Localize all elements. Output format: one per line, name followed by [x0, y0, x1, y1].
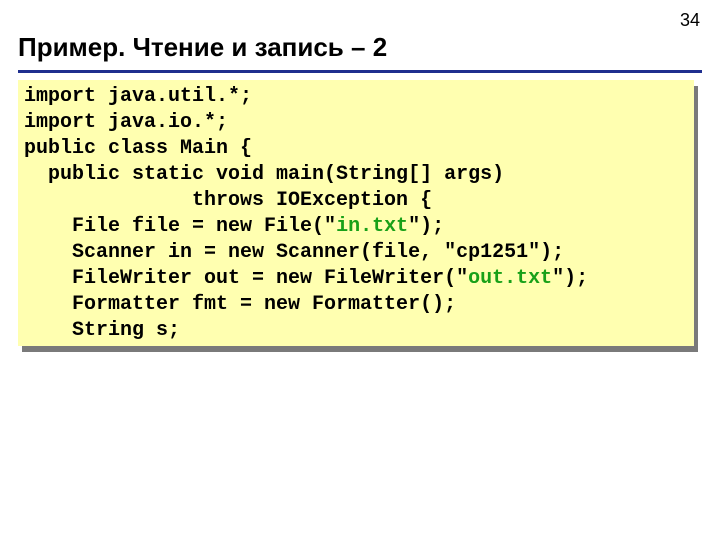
code-line-4: public static void main(String[] args): [24, 163, 504, 186]
code-content: import java.util.*; import java.io.*; pu…: [24, 84, 688, 344]
slide: 34 Пример. Чтение и запись – 2 import ja…: [0, 0, 720, 540]
code-line-9: Formatter fmt = new Formatter();: [24, 293, 456, 316]
page-number: 34: [680, 10, 700, 31]
code-line-6-c: ");: [408, 215, 444, 238]
code-line-10: String s;: [24, 319, 180, 342]
code-line-8-highlight: out.txt: [468, 267, 552, 290]
code-line-3: public class Main {: [24, 137, 252, 160]
code-line-7: Scanner in = new Scanner(file, "cp1251")…: [24, 241, 564, 264]
code-line-2: import java.io.*;: [24, 111, 228, 134]
code-block: import java.util.*; import java.io.*; pu…: [18, 80, 694, 346]
code-line-5: throws IOException {: [24, 189, 432, 212]
code-line-8-c: ");: [552, 267, 588, 290]
slide-title: Пример. Чтение и запись – 2: [18, 32, 387, 63]
code-line-6-highlight: in.txt: [336, 215, 408, 238]
code-line-6-a: File file = new File(": [24, 215, 336, 238]
code-line-8-a: FileWriter out = new FileWriter(": [24, 267, 468, 290]
code-line-1: import java.util.*;: [24, 85, 252, 108]
title-rule: [18, 70, 702, 73]
